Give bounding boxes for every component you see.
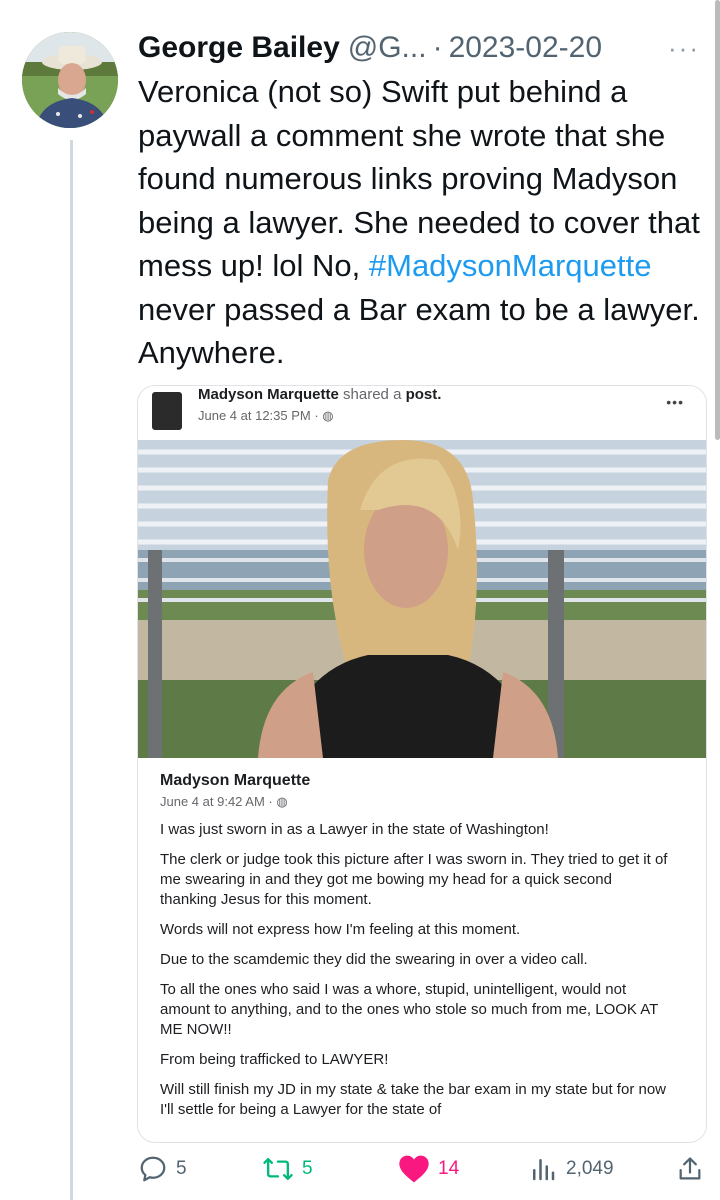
more-options-icon[interactable]: ··· — [668, 33, 700, 64]
fb-post-header: Madyson Marquette shared a post. June 4 … — [138, 386, 706, 438]
globe-icon: ◍ — [276, 794, 288, 809]
attached-image[interactable]: Madyson Marquette shared a post. June 4 … — [137, 385, 707, 1143]
views-button[interactable]: 2,049 — [528, 1154, 614, 1184]
fb-post-label: post. — [405, 386, 442, 403]
avatar[interactable] — [22, 32, 118, 128]
inner-paragraph: The clerk or judge took this picture aft… — [160, 851, 668, 908]
fb-more-icon: ••• — [666, 394, 684, 410]
reply-button[interactable]: 5 — [138, 1154, 187, 1184]
fb-post-time-text: June 4 at 12:35 PM · — [198, 408, 323, 423]
like-button[interactable]: 14 — [398, 1154, 459, 1184]
inner-paragraph: Will still finish my JD in my state & ta… — [160, 1081, 667, 1118]
scrollbar-thumb[interactable] — [715, 0, 720, 440]
separator-dot: · — [432, 31, 443, 64]
inner-paragraph: I was just sworn in as a Lawyer in the s… — [160, 821, 549, 838]
shared-post: Madyson Marquette June 4 at 9:42 AM · ◍ … — [138, 760, 706, 1142]
inner-author-name: Madyson Marquette — [160, 772, 311, 789]
author-name[interactable]: George Bailey — [138, 31, 340, 65]
inner-paragraph: To all the ones who said I was a whore, … — [160, 981, 659, 1038]
reply-icon — [140, 1156, 166, 1182]
share-button[interactable] — [676, 1154, 712, 1184]
tweet-actions: 5 5 14 2,049 — [138, 1150, 708, 1190]
fb-post-time: June 4 at 12:35 PM · ◍ — [198, 408, 334, 424]
fb-avatar — [152, 392, 182, 430]
tweet-date[interactable]: 2023-02-20 — [449, 31, 602, 65]
share-icon — [679, 1157, 701, 1180]
retweet-count: 5 — [302, 1158, 313, 1179]
views-count: 2,049 — [566, 1158, 614, 1179]
retweet-button[interactable]: 5 — [262, 1154, 313, 1184]
reply-count: 5 — [176, 1158, 187, 1179]
thread-line — [70, 140, 73, 1200]
author-handle[interactable]: @G... — [348, 31, 427, 65]
post-photo — [138, 440, 706, 758]
tweet-header: George Bailey @G... · 2023-02-20 ··· — [138, 28, 700, 68]
views-icon — [533, 1159, 555, 1181]
inner-paragraph: Due to the scamdemic they did the sweari… — [160, 951, 588, 968]
inner-post-time-text: June 4 at 9:42 AM · — [160, 794, 277, 809]
tweet-text-part: never passed a Bar exam to be a lawyer. … — [138, 291, 700, 371]
inner-post-body: I was just sworn in as a Lawyer in the s… — [160, 820, 670, 1130]
retweet-icon — [263, 1157, 293, 1181]
like-count: 14 — [438, 1158, 460, 1179]
tweet-text: Veronica (not so) Swift put behind a pay… — [138, 70, 708, 375]
avatar-image — [22, 32, 118, 128]
inner-post-time: June 4 at 9:42 AM · ◍ — [160, 794, 288, 810]
heart-icon — [399, 1155, 429, 1183]
inner-paragraph: Words will not express how I'm feeling a… — [160, 921, 521, 938]
fb-sharer-name: Madyson Marquette — [198, 386, 339, 403]
inner-paragraph: From being trafficked to LAWYER! — [160, 1051, 389, 1068]
hashtag-link[interactable]: #MadysonMarquette — [369, 248, 652, 283]
fb-shared-label: shared a — [343, 386, 402, 403]
fb-sharer-line: Madyson Marquette shared a post. — [198, 386, 441, 403]
globe-icon: ◍ — [322, 408, 334, 423]
